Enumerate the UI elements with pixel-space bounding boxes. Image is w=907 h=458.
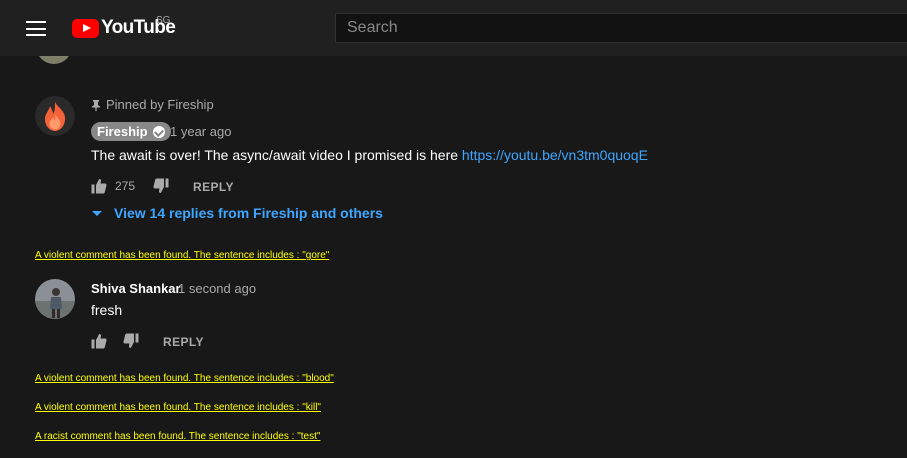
comment-time[interactable]: 1 second ago — [178, 281, 256, 296]
like-icon[interactable] — [91, 178, 107, 194]
moderation-warning[interactable]: A violent comment has been found. The se… — [35, 373, 334, 384]
fireship-avatar[interactable] — [35, 96, 75, 136]
youtube-logo[interactable]: YouTube SG — [72, 15, 176, 39]
masthead: YouTube SG — [0, 0, 907, 56]
reply-button[interactable]: REPLY — [193, 180, 234, 194]
like-icon[interactable] — [91, 333, 107, 349]
moderation-warning[interactable]: A racist comment has been found. The sen… — [35, 431, 320, 442]
author-chip[interactable]: Fireship — [91, 122, 171, 141]
play-logo-icon — [72, 18, 99, 38]
reply-button[interactable]: REPLY — [163, 335, 204, 349]
moderation-warning[interactable]: A violent comment has been found. The se… — [35, 250, 329, 261]
comment-time[interactable]: 1 year ago — [170, 124, 231, 139]
search-input[interactable] — [335, 13, 907, 43]
dislike-icon[interactable] — [153, 178, 169, 194]
country-code: SG — [156, 15, 171, 26]
pin-icon — [91, 99, 101, 111]
like-count: 275 — [115, 179, 136, 193]
pinned-badge: Pinned by Fireship — [91, 97, 214, 112]
dislike-icon[interactable] — [123, 333, 139, 349]
pinned-label: Pinned by Fireship — [106, 97, 214, 112]
verified-check-icon — [152, 125, 165, 138]
menu-icon[interactable] — [26, 21, 46, 36]
chevron-down-icon — [92, 210, 102, 216]
comment-text: fresh — [91, 302, 123, 318]
comment-text: The await is over! The async/await video… — [91, 147, 648, 163]
view-replies-label: View 14 replies from Fireship and others — [114, 205, 383, 221]
author-name[interactable]: Shiva Shankar — [91, 281, 181, 296]
comment-link[interactable]: https://youtu.be/vn3tm0quoqE — [462, 147, 648, 163]
moderation-warning[interactable]: A violent comment has been found. The se… — [35, 402, 321, 413]
author-name: Fireship — [97, 124, 148, 139]
comment-body: The await is over! The async/await video… — [91, 147, 462, 163]
user-avatar[interactable] — [35, 279, 75, 319]
view-replies-button[interactable]: View 14 replies from Fireship and others — [91, 205, 383, 221]
